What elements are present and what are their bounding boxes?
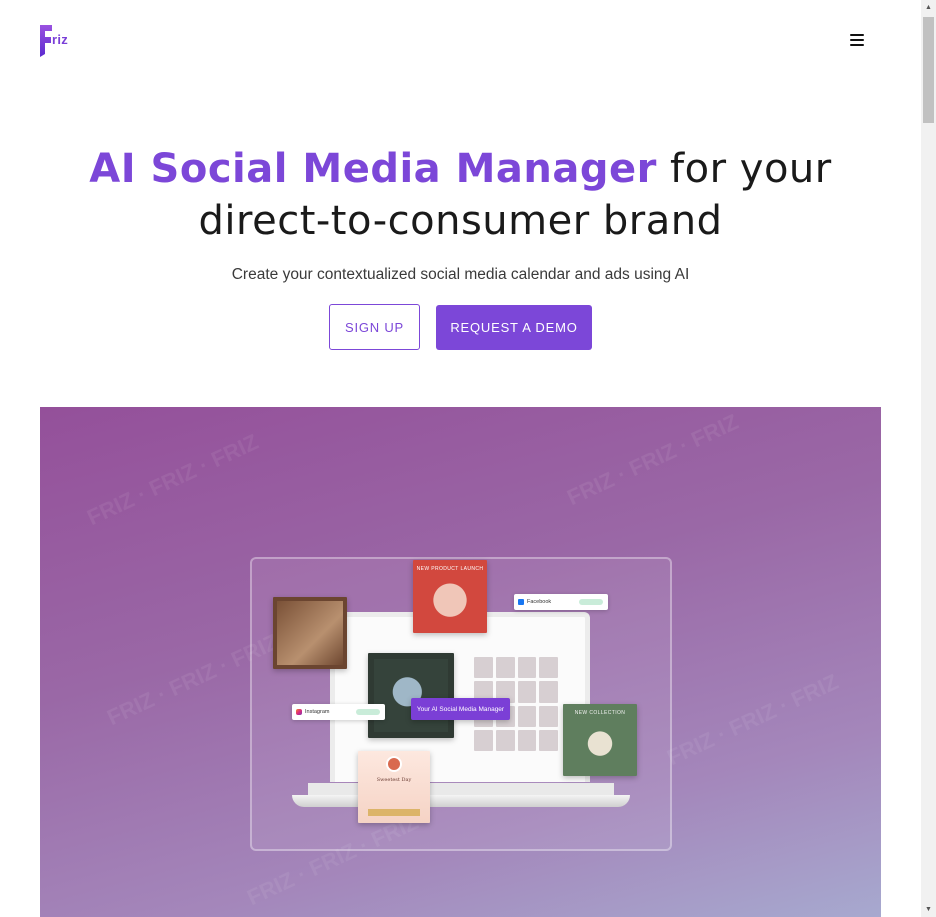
menu-line — [850, 44, 864, 46]
status-tag — [579, 599, 603, 605]
sweetest-day-card: Sweetest Day — [358, 751, 430, 823]
instagram-label: Instagram — [305, 709, 330, 715]
scroll-up-arrow-icon[interactable]: ▲ — [921, 0, 936, 15]
watermark: FRIZ · FRIZ · FRIZ — [663, 668, 843, 771]
bday-bar — [368, 809, 420, 816]
sign-up-button[interactable]: SIGN UP — [329, 304, 420, 350]
hero-title: AI Social Media Manager for your direct-… — [30, 143, 891, 247]
status-tag — [356, 709, 380, 715]
product-launch-card: NEW PRODUCT LAUNCH — [413, 560, 487, 633]
facebook-icon — [518, 599, 524, 605]
sweetest-day-label: Sweetest Day — [376, 777, 412, 783]
menu-line — [850, 34, 864, 36]
candle-collection-label: NEW COLLECTION — [574, 710, 626, 716]
woman-portrait-card — [273, 597, 347, 669]
watermark: FRIZ · FRIZ · FRIZ — [563, 408, 743, 511]
menu-line — [850, 39, 864, 41]
facebook-label: Facebook — [527, 599, 552, 605]
ai-manager-badge: Your AI Social Media Manager — [411, 698, 510, 720]
hero-media-panel: FRIZ · FRIZ · FRIZ FRIZ · FRIZ · FRIZ FR… — [40, 407, 881, 917]
friz-logo-mark-icon — [40, 25, 52, 57]
instagram-pill: Instagram — [292, 704, 385, 720]
watermark: FRIZ · FRIZ · FRIZ — [83, 428, 263, 531]
request-demo-button[interactable]: REQUEST A DEMO — [436, 305, 592, 350]
scroll-thumb[interactable] — [923, 17, 934, 123]
candle-collection-card: NEW COLLECTION — [563, 704, 637, 776]
logo-text: riz — [52, 32, 69, 47]
hero-title-accent: AI Social Media Manager — [89, 146, 657, 192]
instagram-icon — [296, 709, 302, 715]
laptop-base — [292, 795, 630, 807]
vertical-scrollbar[interactable]: ▲ ▼ — [921, 0, 936, 917]
header: riz — [0, 0, 921, 80]
hero-subtitle: Create your contextualized social media … — [231, 266, 690, 283]
friz-logo[interactable]: riz — [39, 23, 75, 57]
hamburger-menu-icon[interactable] — [846, 30, 868, 50]
product-launch-label: NEW PRODUCT LAUNCH — [416, 566, 484, 572]
facebook-pill: Facebook — [514, 594, 608, 610]
bday-avatar — [386, 756, 402, 772]
astronaut-card — [368, 653, 454, 738]
page: riz AI Social Media Manager for your dir… — [0, 0, 921, 917]
scroll-down-arrow-icon[interactable]: ▼ — [921, 902, 936, 917]
